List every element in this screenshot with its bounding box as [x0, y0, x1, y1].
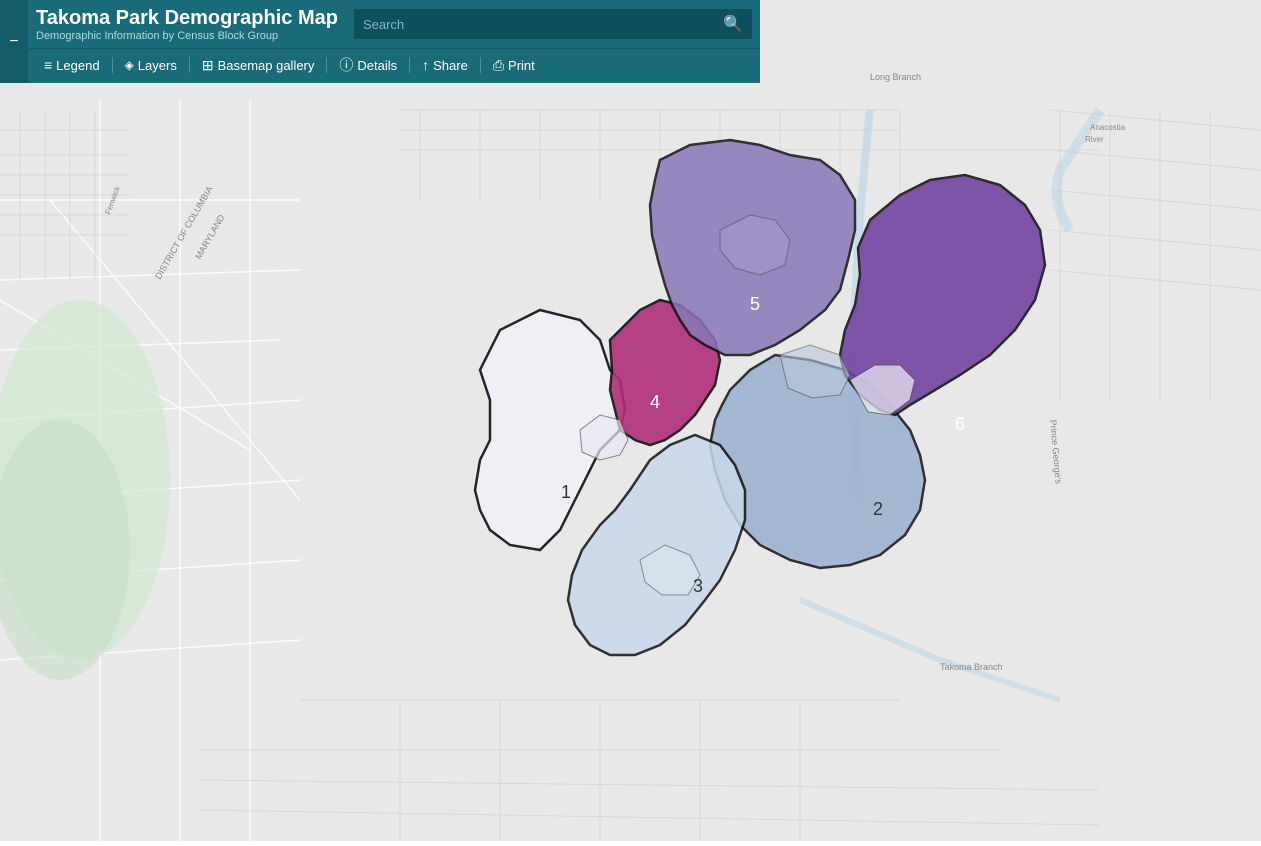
- share-label: Share: [433, 58, 468, 73]
- map-svg: MARYLAND DISTRICT OF COLUMBIA Fenwick Pr…: [0, 0, 1261, 841]
- divider-5: [480, 57, 481, 73]
- region-label-1: 1: [561, 482, 571, 502]
- app-title: Takoma Park Demographic Map: [36, 6, 338, 30]
- divider-1: [112, 57, 113, 73]
- search-input[interactable]: [363, 17, 723, 32]
- svg-text:Anacostia: Anacostia: [1090, 123, 1126, 132]
- search-bar[interactable]: 🔍: [354, 9, 752, 39]
- region-label-4: 4: [650, 392, 660, 412]
- divider-2: [189, 57, 190, 73]
- region-label-3: 3: [693, 576, 703, 596]
- app-subtitle: Demographic Information by Census Block …: [36, 30, 338, 42]
- details-label: Details: [357, 58, 397, 73]
- divider-4: [409, 57, 410, 73]
- legend-icon: ≡: [44, 57, 52, 73]
- toolbar: + ⌂ Takoma Park Demographic Map Demograp…: [0, 0, 760, 83]
- toolbar-top: + ⌂ Takoma Park Demographic Map Demograp…: [0, 0, 760, 48]
- title-block: Takoma Park Demographic Map Demographic …: [36, 6, 338, 42]
- share-icon: ↑: [422, 57, 429, 73]
- map-container[interactable]: MARYLAND DISTRICT OF COLUMBIA Fenwick Pr…: [0, 0, 1261, 841]
- region-label-6: 6: [955, 414, 965, 434]
- details-button[interactable]: ⓘ Details: [331, 53, 405, 77]
- zoom-out-button[interactable]: −: [0, 0, 28, 83]
- basemap-gallery-button[interactable]: ⊞ Basemap gallery: [194, 55, 323, 76]
- basemap-label: Basemap gallery: [218, 58, 315, 73]
- legend-button[interactable]: ≡ Legend: [36, 55, 108, 75]
- layers-button[interactable]: ◈ Layers: [117, 56, 185, 75]
- basemap-icon: ⊞: [202, 57, 214, 74]
- divider-3: [326, 57, 327, 73]
- toolbar-bottom: − ≡ Legend ◈ Layers ⊞ Basemap gallery ⓘ …: [0, 48, 760, 83]
- svg-text:Long Branch: Long Branch: [870, 72, 921, 82]
- svg-text:River: River: [1085, 135, 1104, 144]
- region-label-5: 5: [750, 294, 760, 314]
- print-label: Print: [508, 58, 535, 73]
- region-label-2: 2: [873, 499, 883, 519]
- details-icon: ⓘ: [339, 55, 353, 75]
- legend-label: Legend: [56, 58, 99, 73]
- print-button[interactable]: ⎙ Print: [485, 55, 543, 76]
- print-icon: ⎙: [493, 57, 504, 74]
- search-button[interactable]: 🔍: [723, 14, 743, 34]
- layers-icon: ◈: [125, 58, 134, 72]
- layers-label: Layers: [138, 58, 177, 73]
- svg-text:Takoma Branch: Takoma Branch: [940, 662, 1003, 672]
- share-button[interactable]: ↑ Share: [414, 55, 476, 75]
